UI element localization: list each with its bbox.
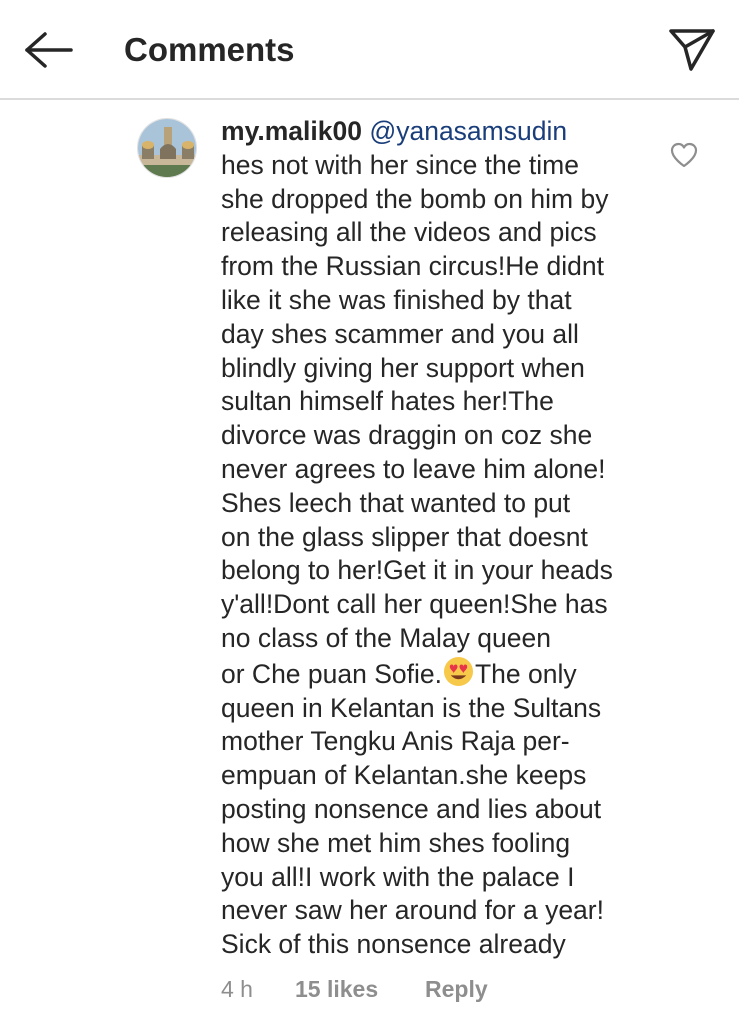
comment-timestamp: 4 h [221,976,253,1002]
comment-line: Sick of this nonsence already [221,929,566,960]
comment-line: releasing all the videos and pics [221,217,597,248]
comment-line: divorce was draggin on coz she [221,420,593,451]
heart-outline-icon [670,142,698,168]
comment-body: my.malik00 @yanasamsudin hes not with he… [221,115,661,962]
comment-first-line: my.malik00 @yanasamsudin [221,115,661,149]
comment-line: she dropped the bomb on him by [221,183,609,214]
comment-emoji-line: or Che puan Sofie. The only [221,656,661,692]
comment-line: never agrees to leave him alone! [221,453,606,484]
comment-line: sultan himself hates her!The [221,386,554,417]
comment-line: like it she was finished by that [221,284,572,315]
comment-line: posting nonsence and lies about [221,793,602,824]
reply-button[interactable]: Reply [425,972,488,1006]
comment-line: belong to her!Get it in your heads [221,555,613,586]
comment-line: hes not with her since the time [221,149,579,180]
comment-line: on the glass slipper that doesnt [221,521,588,552]
comment-line: Shes leech that wanted to put [221,487,571,518]
comment-username[interactable]: my.malik00 [221,116,362,146]
comment-line-part: or Che puan Sofie. [221,658,442,689]
arrow-left-icon [25,32,73,68]
comment-item: my.malik00 @yanasamsudin hes not with he… [0,100,739,1024]
comment-line-part: The only [474,658,577,689]
like-button[interactable] [666,138,702,172]
comment-line: how she met him shes fooling [221,827,571,858]
heart-eyes-emoji-icon [443,656,474,686]
header-bar: Comments [0,0,739,100]
comment-line: empuan of Kelantan.she keeps [221,760,587,791]
comment-line: queen in Kelantan is the Sultans [221,692,602,723]
paper-plane-icon [669,29,715,71]
comment-line: from the Russian circus!He didnt [221,251,604,282]
comment-mention[interactable]: @yanasamsudin [369,116,567,146]
comment-likes-count[interactable]: 15 likes [295,972,425,1006]
page-title: Comments [124,31,295,68]
comment-line: y'all!Dont call her queen!She has [221,589,608,620]
comment-line: mother Tengku Anis Raja per- [221,726,570,757]
back-button[interactable] [18,26,78,74]
share-button[interactable] [662,24,722,76]
comment-line: day shes scammer and you all [221,318,579,349]
avatar-palace-image [138,119,196,177]
avatar[interactable] [137,118,197,178]
comment-line: no class of the Malay queen [221,622,551,653]
comment-line: you all!I work with the palace I [221,861,575,892]
comment-line: never saw her around for a year! [221,895,604,926]
comment-meta: 4 h 15 likes Reply [221,972,488,1006]
comment-line: blindly giving her support when [221,352,585,383]
